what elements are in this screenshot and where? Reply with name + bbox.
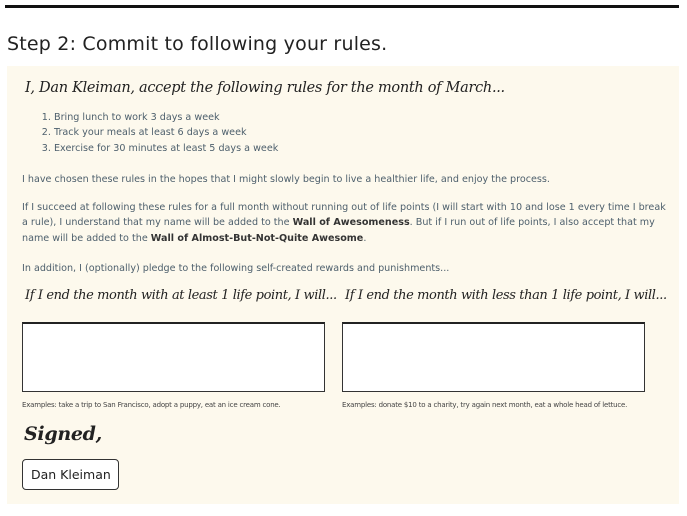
punishment-examples: Examples: donate $10 to a charity, try a… bbox=[342, 401, 628, 409]
intro-paragraph: I have chosen these rules in the hopes t… bbox=[22, 174, 550, 185]
rules-list: Bring lunch to work 3 days a week Track … bbox=[28, 110, 278, 156]
wall-of-awesomeness: Wall of Awesomeness bbox=[292, 217, 410, 229]
reward-examples: Examples: take a trip to San Francisco, … bbox=[22, 401, 281, 409]
signature-input[interactable] bbox=[22, 459, 119, 490]
pledge-heading: I, Dan Kleiman, accept the following rul… bbox=[25, 80, 505, 96]
success-text: . bbox=[363, 232, 367, 244]
signed-label: Signed, bbox=[24, 423, 102, 445]
reward-label: If I end the month with at least 1 life … bbox=[25, 288, 337, 303]
rule-item: Track your meals at least 6 days a week bbox=[54, 125, 278, 140]
reward-input[interactable] bbox=[22, 322, 325, 392]
wall-of-almost-awesome: Wall of Almost-But-Not-Quite Awesome bbox=[150, 232, 364, 244]
optional-paragraph: In addition, I (optionally) pledge to th… bbox=[22, 263, 450, 274]
step-title: Step 2: Commit to following your rules. bbox=[7, 33, 388, 55]
rule-item: Exercise for 30 minutes at least 5 days … bbox=[54, 141, 278, 156]
punishment-input[interactable] bbox=[342, 322, 645, 392]
pledge-card: I, Dan Kleiman, accept the following rul… bbox=[7, 66, 679, 504]
punishment-label: If I end the month with less than 1 life… bbox=[345, 288, 667, 303]
success-paragraph: If I succeed at following these rules fo… bbox=[22, 200, 667, 246]
top-divider bbox=[5, 5, 679, 8]
rule-item: Bring lunch to work 3 days a week bbox=[54, 110, 278, 125]
